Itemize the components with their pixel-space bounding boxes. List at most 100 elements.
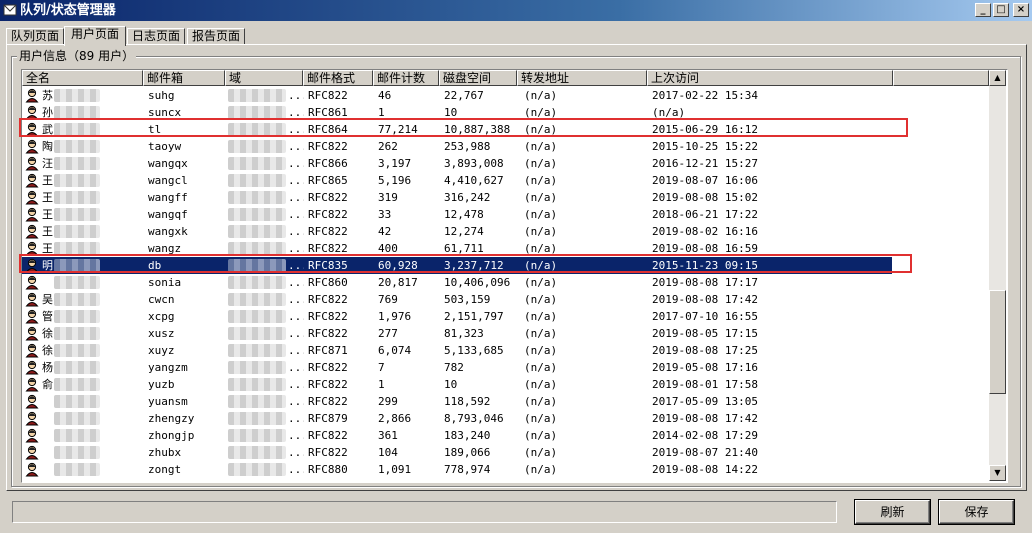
tab-log[interactable]: 日志页面 [127,28,185,45]
cell-count: 1,091 [378,463,412,476]
cell-count: 3,197 [378,157,412,170]
column-header-domain[interactable]: 域 [225,70,303,86]
redacted-domain-mask [228,327,286,340]
cell-count: 1,976 [378,310,412,323]
table-row[interactable]: 王...wangqfRFC8223312,478(n/a)2018-06-21 … [22,206,989,223]
redacted-name-mask [54,89,100,102]
column-header-last-access[interactable]: 上次访问 [647,70,893,86]
cell-disk: 253,988 [444,140,491,153]
cell-count: 1 [378,106,385,119]
table-row[interactable]: ... yuansm RFC822 299 118,592 (n/a) 2017-05-09… [22,393,989,410]
tab-report[interactable]: 报告页面 [187,28,245,45]
cell-forward: (n/a) [524,395,558,408]
cell-format: RFC822 [308,208,348,221]
cell-mailbox: wangqx [148,157,188,170]
user-icon [25,292,39,307]
cell-domain-ellipsis: ... [288,429,304,442]
column-header-forward[interactable]: 转发地址 [517,70,647,86]
cell-forward: (n/a) [524,106,558,119]
cell-mailbox: suhg [148,89,175,102]
redacted-name-mask [54,310,100,323]
redacted-domain-mask [228,191,286,204]
cell-count: 77,214 [378,123,418,136]
table-row[interactable]: 陶...taoywRFC822262253,988(n/a)2015-10-25… [22,138,989,155]
cell-last-access: 2017-02-22 15:34 [652,89,758,102]
column-header-fullname[interactable]: 全名 [22,70,143,86]
cell-count: 104 [378,446,398,459]
user-icon [25,156,39,171]
table-row[interactable]: 武...tlRFC86477,21410,887,388(n/a)2015-06… [22,121,989,138]
cell-last-access: 2019-08-08 14:22 [652,463,758,476]
tab-users[interactable]: 用户页面 [64,26,126,46]
redacted-domain-mask [228,293,286,306]
cell-format: RFC822 [308,225,348,238]
cell-last-access: 2019-08-08 17:42 [652,293,758,306]
cell-disk: 12,274 [444,225,484,238]
cell-format: RFC866 [308,157,348,170]
table-row[interactable]: 吴...cwcnRFC822769503,159(n/a)2019-08-08 … [22,291,989,308]
table-row[interactable]: 王...wangzRFC82240061,711(n/a)2019-08-08 … [22,240,989,257]
vertical-scrollbar[interactable]: ▲ ▼ [989,70,1006,481]
redacted-name-mask [54,463,100,476]
scroll-down-arrow-icon[interactable]: ▼ [989,465,1006,481]
redacted-domain-mask [228,310,286,323]
column-header-disk[interactable]: 磁盘空间 [439,70,517,86]
table-row[interactable]: 苏...suhgRFC8224622,767(n/a)2017-02-22 15… [22,87,989,104]
table-row[interactable]: ... zhengzy RFC879 2,866 8,793,046 (n/a) 2019-… [22,410,989,427]
table-row[interactable]: 王...wangclRFC8655,1964,410,627(n/a)2019-… [22,172,989,189]
table-row[interactable]: 明...dbRFC83560,9283,237,712(n/a)2015-11-… [22,257,892,274]
save-button[interactable]: 保存 [939,500,1014,524]
cell-last-access: 2019-08-05 17:15 [652,327,758,340]
table-row[interactable]: 俞...yuzbRFC822110(n/a)2019-08-01 17:58 [22,376,989,393]
table-row[interactable]: 管...xcpgRFC8221,9762,151,797(n/a)2017-07… [22,308,989,325]
scroll-up-arrow-icon[interactable]: ▲ [989,70,1006,86]
redacted-name-mask [54,293,100,306]
redacted-domain-mask [228,378,286,391]
close-button[interactable]: × [1013,3,1029,17]
redacted-name-mask [54,208,100,221]
cell-domain-ellipsis: ... [288,225,304,238]
cell-count: 262 [378,140,398,153]
refresh-button[interactable]: 刷新 [855,500,930,524]
cell-forward: (n/a) [524,412,558,425]
table-row[interactable]: ... sonia RFC860 20,817 10,406,096 (n/a) 2019-… [22,274,989,291]
user-icon [25,139,39,154]
cell-mailbox: xusz [148,327,175,340]
table-row[interactable]: ... zhubx RFC822 104 189,066 (n/a) 2019-08-07 … [22,444,989,461]
redacted-name-mask [54,242,100,255]
user-icon [25,343,39,358]
column-header-count[interactable]: 邮件计数 [373,70,439,86]
redacted-name-mask [54,327,100,340]
cell-last-access: (n/a) [652,106,686,119]
table-row[interactable]: ... zhongjp RFC822 361 183,240 (n/a) 2014-02-0… [22,427,989,444]
table-row[interactable]: 王...wangxkRFC8224212,274(n/a)2019-08-02 … [22,223,989,240]
cell-forward: (n/a) [524,208,558,221]
table-row[interactable]: 徐...xuszRFC82227781,323(n/a)2019-08-05 1… [22,325,989,342]
table-row[interactable]: 杨...yangzmRFC8227782(n/a)2019-05-08 17:1… [22,359,989,376]
tab-queue[interactable]: 队列页面 [6,28,64,45]
cell-last-access: 2019-08-07 16:06 [652,174,758,187]
cell-count: 361 [378,429,398,442]
cell-disk: 189,066 [444,446,491,459]
column-header-format[interactable]: 邮件格式 [303,70,373,86]
table-row[interactable]: ... zongt RFC880 1,091 778,974 (n/a) 2019-08-0… [22,461,989,478]
cell-domain-ellipsis: ... [288,123,304,136]
cell-domain-ellipsis: ... [288,463,304,476]
cell-disk: 183,240 [444,429,491,442]
cell-disk: 118,592 [444,395,491,408]
user-icon [25,326,39,341]
table-row[interactable]: 徐...xuyzRFC8716,0745,133,685(n/a)2019-08… [22,342,989,359]
scrollbar-thumb[interactable] [989,289,1006,394]
user-icon [25,275,39,290]
title-bar[interactable]: 队列/状态管理器 _ □ × [0,0,1032,21]
cell-last-access: 2016-12-21 15:27 [652,157,758,170]
minimize-button[interactable]: _ [975,3,991,17]
cell-last-access: 2019-08-08 16:59 [652,242,758,255]
table-row[interactable]: 孙...suncxRFC861110(n/a)(n/a) [22,104,989,121]
table-row[interactable]: 汪...wangqxRFC8663,1973,893,008(n/a)2016-… [22,155,989,172]
table-row[interactable]: 王...wangffRFC822319316,242(n/a)2019-08-0… [22,189,989,206]
cell-domain-ellipsis: ... [288,310,304,323]
user-list[interactable]: 全名 邮件箱 域 邮件格式 邮件计数 磁盘空间 转发地址 上次访问 苏...su… [21,69,1008,483]
column-header-mailbox[interactable]: 邮件箱 [143,70,225,86]
maximize-button[interactable]: □ [993,3,1009,17]
